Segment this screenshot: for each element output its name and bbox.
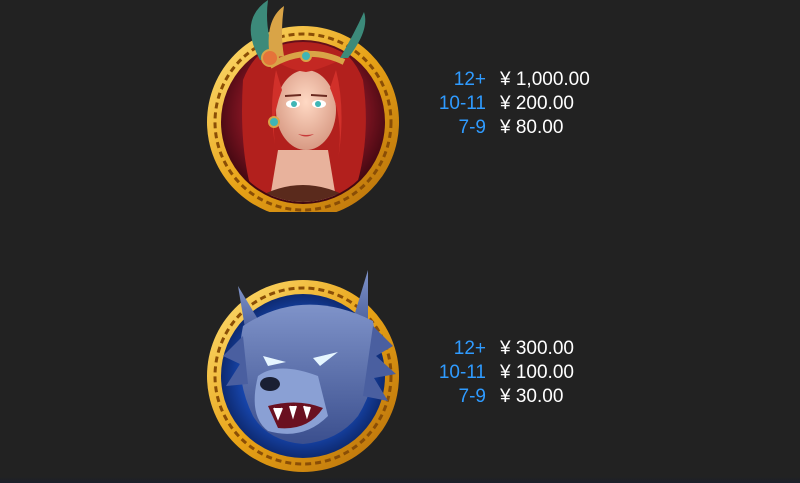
match-count: 7-9	[458, 117, 486, 138]
paytable-page: 12+ ¥ 1,000.00 10-11 ¥ 200.00 7-9 ¥ 80.0…	[0, 0, 800, 483]
pay-value: ¥ 200.00	[500, 93, 574, 114]
pay-value: ¥ 30.00	[500, 386, 564, 407]
pay-row: 12+ ¥ 1,000.00	[420, 68, 590, 92]
warrior-woman-symbol-icon	[198, 0, 408, 212]
match-count: 10-11	[438, 362, 486, 383]
pay-row: 7-9 ¥ 30.00	[420, 385, 574, 409]
bottom-edge	[0, 477, 800, 483]
pay-row: 7-9 ¥ 80.00	[420, 116, 590, 140]
pay-value: ¥ 1,000.00	[500, 69, 590, 90]
pay-row: 12+ ¥ 300.00	[420, 337, 574, 361]
match-count: 10-11	[438, 93, 486, 114]
pay-row: 10-11 ¥ 200.00	[420, 92, 590, 116]
wolf-symbol-icon	[198, 266, 408, 476]
paytable-warrior-woman: 12+ ¥ 1,000.00 10-11 ¥ 200.00 7-9 ¥ 80.0…	[420, 68, 590, 140]
pay-value: ¥ 300.00	[500, 338, 574, 359]
match-count: 12+	[453, 69, 486, 90]
match-count: 12+	[453, 338, 486, 359]
paytable-wolf: 12+ ¥ 300.00 10-11 ¥ 100.00 7-9 ¥ 30.00	[420, 337, 574, 409]
pay-value: ¥ 80.00	[500, 117, 564, 138]
pay-row: 10-11 ¥ 100.00	[420, 361, 574, 385]
match-count: 7-9	[458, 386, 486, 407]
pay-value: ¥ 100.00	[500, 362, 574, 383]
